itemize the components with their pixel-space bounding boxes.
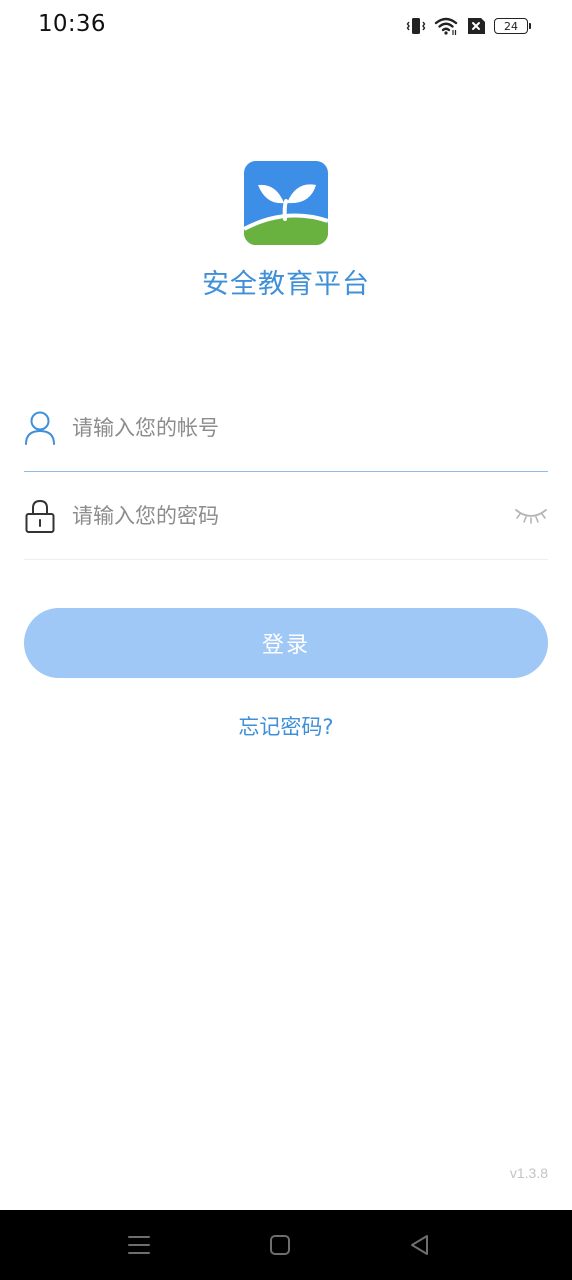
user-icon [24,410,56,446]
battery-level: 24 [504,19,518,33]
eye-closed-icon[interactable] [514,504,548,526]
wifi-icon [434,16,458,36]
status-bar: 10:36 24 [0,0,572,52]
app-title: 安全教育平台 [202,269,370,300]
status-time: 10:36 [38,11,106,37]
navigation-bar [0,1210,572,1280]
sprout-logo-icon [244,161,328,245]
home-icon[interactable] [266,1232,294,1258]
lock-icon [24,498,56,534]
account-field [24,384,548,472]
account-input[interactable] [72,408,492,448]
forgot-password-link[interactable]: 忘记密码? [0,711,572,741]
vibrate-icon [406,16,426,36]
password-field [24,472,548,560]
no-sim-icon [466,17,486,35]
status-icons: 24 [406,14,531,38]
battery-icon: 24 [494,18,531,34]
login-button[interactable]: 登录 [24,608,548,678]
menu-icon[interactable] [125,1232,153,1258]
version-label: v1.3.8 [509,1165,548,1181]
password-input[interactable] [72,496,492,536]
back-icon[interactable] [406,1232,434,1258]
login-screen: 10:36 24 安全教育平台 请输入您的帐号 登录 忘记密码? v1.3.8 [0,0,572,1280]
